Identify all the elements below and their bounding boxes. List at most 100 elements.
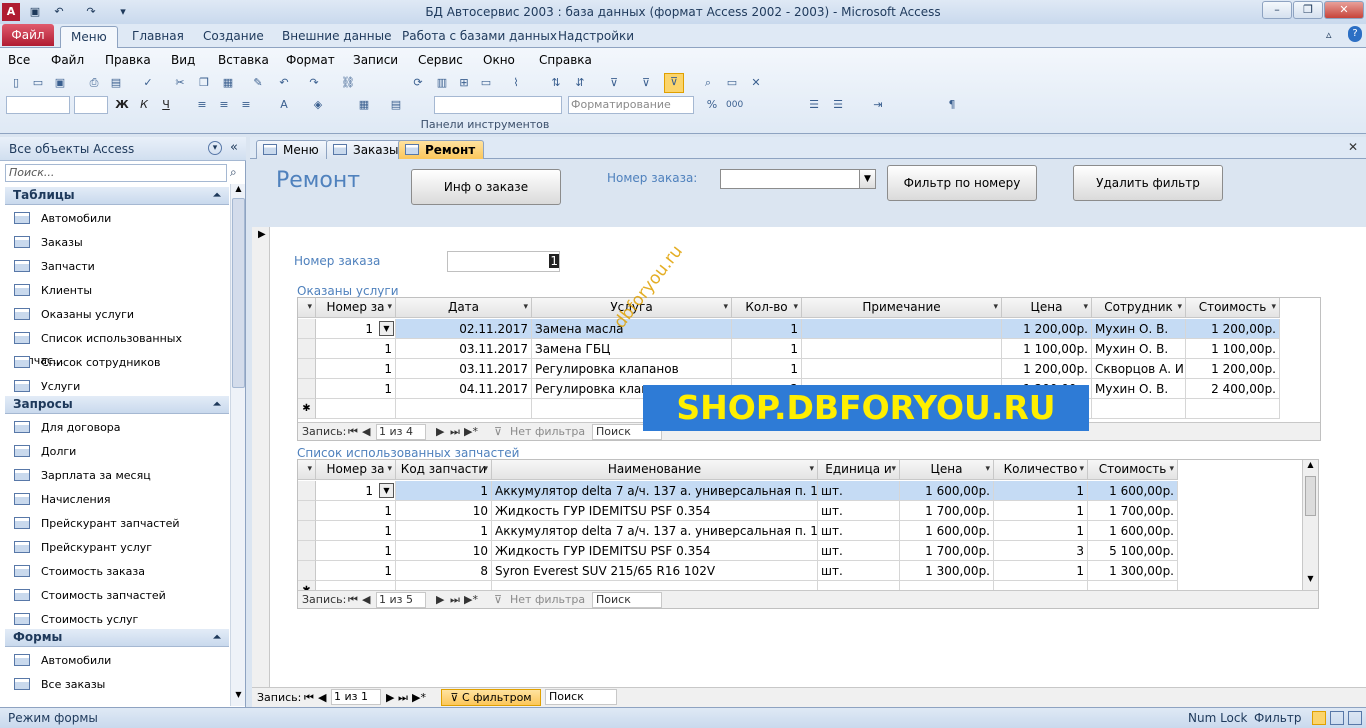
nav-item[interactable]: Прейскурант услуг (14, 537, 229, 559)
table-cell[interactable]: 03.11.2017 (396, 359, 532, 379)
new-row-cell[interactable] (1092, 399, 1186, 419)
tab-create[interactable]: Создание (193, 26, 274, 48)
order-number-combo[interactable]: ▼ (720, 169, 876, 189)
copy-icon[interactable]: ❐ (196, 75, 212, 91)
prev-record-icon[interactable]: ◀ (362, 591, 370, 608)
table-cell[interactable]: 1 (994, 521, 1088, 541)
collapse-chevron-icon[interactable]: ⏶ (213, 187, 221, 204)
last-record-icon[interactable]: ⏭ (450, 591, 460, 608)
nav-item[interactable]: Долги (14, 441, 229, 463)
column-header[interactable]: Код запчасти (396, 460, 492, 480)
nav-item[interactable]: Стоимость услуг (14, 609, 229, 631)
column-header[interactable]: Сотрудник (1092, 298, 1186, 318)
menu-window[interactable]: Окно (483, 53, 515, 67)
table-cell[interactable]: Мухин О. В. (1092, 379, 1186, 399)
table-cell[interactable]: 1 100,00р. (1002, 339, 1092, 359)
search-icon[interactable]: ⌕ (230, 165, 237, 180)
object-combo[interactable] (434, 96, 562, 114)
paragraph-icon[interactable]: ¶ (944, 97, 960, 113)
next-record-icon[interactable]: ▶ (386, 688, 394, 707)
spelling-icon[interactable]: ✓ (140, 75, 156, 91)
table-cell[interactable]: Замена ГБЦ (532, 339, 732, 359)
menu-file[interactable]: Файл (51, 53, 84, 67)
paste-icon[interactable]: ▦ (220, 75, 236, 91)
chevron-down-icon[interactable]: ▼ (379, 483, 394, 498)
align-center-icon[interactable]: ≡ (216, 97, 232, 113)
formatting-combo[interactable]: Форматирование (568, 96, 694, 114)
first-record-icon[interactable]: ⏮ (348, 423, 358, 440)
table-cell[interactable]: 5 100,00р. (1088, 541, 1178, 561)
customize-quick-access-icon[interactable]: ▾ (114, 3, 132, 21)
doc-tab-menu[interactable]: Меню (256, 140, 328, 159)
column-header[interactable]: Дата (396, 298, 532, 318)
nav-item[interactable]: Автомобили (14, 208, 229, 230)
scroll-thumb[interactable] (1305, 476, 1316, 516)
remove-filter-button[interactable]: Удалить фильтр (1073, 165, 1223, 201)
scroll-thumb[interactable] (232, 198, 245, 388)
nav-item[interactable]: Все заказы (14, 674, 229, 696)
menu-format[interactable]: Формат (286, 53, 335, 67)
filter-by-number-button[interactable]: Фильтр по номеру (887, 165, 1037, 201)
parts-scrollbar[interactable]: ▲ ▼ (1302, 460, 1318, 590)
nav-item[interactable]: Услуги (14, 376, 229, 398)
bullets-icon[interactable]: ☰ (806, 97, 822, 113)
new-row-cell[interactable] (396, 399, 532, 419)
table-cell[interactable]: 1 200,00р. (1002, 359, 1092, 379)
column-header[interactable]: Номер за (316, 460, 396, 480)
table-cell[interactable]: 10 (396, 501, 492, 521)
save-icon[interactable]: ▣ (26, 3, 44, 21)
percent-icon[interactable]: % (704, 97, 720, 113)
nav-header[interactable]: Все объекты Access ▾ « (0, 137, 246, 161)
main-search-input[interactable]: Поиск (545, 689, 617, 705)
table-cell[interactable] (802, 319, 1002, 339)
relationships-icon[interactable]: ⊞ (456, 75, 472, 91)
table-cell[interactable]: шт. (818, 481, 900, 501)
next-record-icon[interactable]: ▶ (436, 591, 444, 608)
table-cell[interactable]: шт. (818, 541, 900, 561)
chevron-down-icon[interactable]: ▼ (859, 170, 875, 188)
filter-form-icon[interactable]: ⊽ (638, 75, 654, 91)
doc-tab-repair[interactable]: Ремонт (398, 140, 485, 159)
design-view-icon[interactable] (1348, 711, 1362, 725)
nav-item[interactable]: Зарплата за месяц (14, 465, 229, 487)
column-header[interactable]: Цена (1002, 298, 1092, 318)
tab-external-data[interactable]: Внешние данные (272, 26, 401, 48)
nav-item[interactable]: Начисления (14, 489, 229, 511)
table-cell[interactable]: 1 300,00р. (1088, 561, 1178, 581)
column-header[interactable]: Цена (900, 460, 994, 480)
row-selector[interactable] (298, 501, 316, 521)
table-cell[interactable]: 1 200,00р. (1186, 319, 1280, 339)
nav-scrollbar[interactable]: ▲ ▼ (230, 184, 245, 706)
table-cell[interactable]: 1 700,00р. (900, 541, 994, 561)
table-cell[interactable]: Syron Everest SUV 215/65 R16 102V (492, 561, 818, 581)
menu-view[interactable]: Вид (171, 53, 195, 67)
prev-record-icon[interactable]: ◀ (318, 688, 326, 707)
font-combo[interactable] (6, 96, 70, 114)
column-header[interactable]: Кол-во (732, 298, 802, 318)
column-header[interactable]: Стоимость (1088, 460, 1178, 480)
tab-addins[interactable]: Надстройки (548, 26, 644, 48)
close-doc-icon[interactable]: ✕ (1348, 140, 1358, 154)
cut-icon[interactable]: ✂ (172, 75, 188, 91)
last-record-icon[interactable]: ⏭ (398, 688, 408, 707)
chevron-down-icon[interactable]: ▼ (379, 321, 394, 336)
new-record-nav-icon[interactable]: ▶* (464, 423, 478, 440)
table-cell[interactable]: 1 (316, 339, 396, 359)
table-cell[interactable]: 1 (994, 501, 1088, 521)
align-right-icon[interactable]: ≡ (238, 97, 254, 113)
nav-item[interactable]: Для договора (14, 417, 229, 439)
table-cell[interactable]: 1 (396, 521, 492, 541)
nav-item[interactable]: Запчасти (14, 256, 229, 278)
order-number-field[interactable]: 1 (447, 251, 560, 272)
column-header[interactable]: Количество (994, 460, 1088, 480)
collapse-chevron-icon[interactable]: ⏶ (213, 629, 221, 646)
first-record-icon[interactable]: ⏮ (348, 591, 358, 608)
nav-item[interactable]: Автомобили (14, 650, 229, 672)
nav-item[interactable]: Прейскурант запчастей (14, 513, 229, 535)
align-left-icon[interactable]: ≡ (194, 97, 210, 113)
next-record-icon[interactable]: ▶ (436, 423, 444, 440)
menu-help[interactable]: Справка (539, 53, 592, 67)
new-record-nav-icon[interactable]: ▶* (464, 591, 478, 608)
italic-icon[interactable]: К (136, 97, 152, 113)
column-header[interactable]: Единица и (818, 460, 900, 480)
